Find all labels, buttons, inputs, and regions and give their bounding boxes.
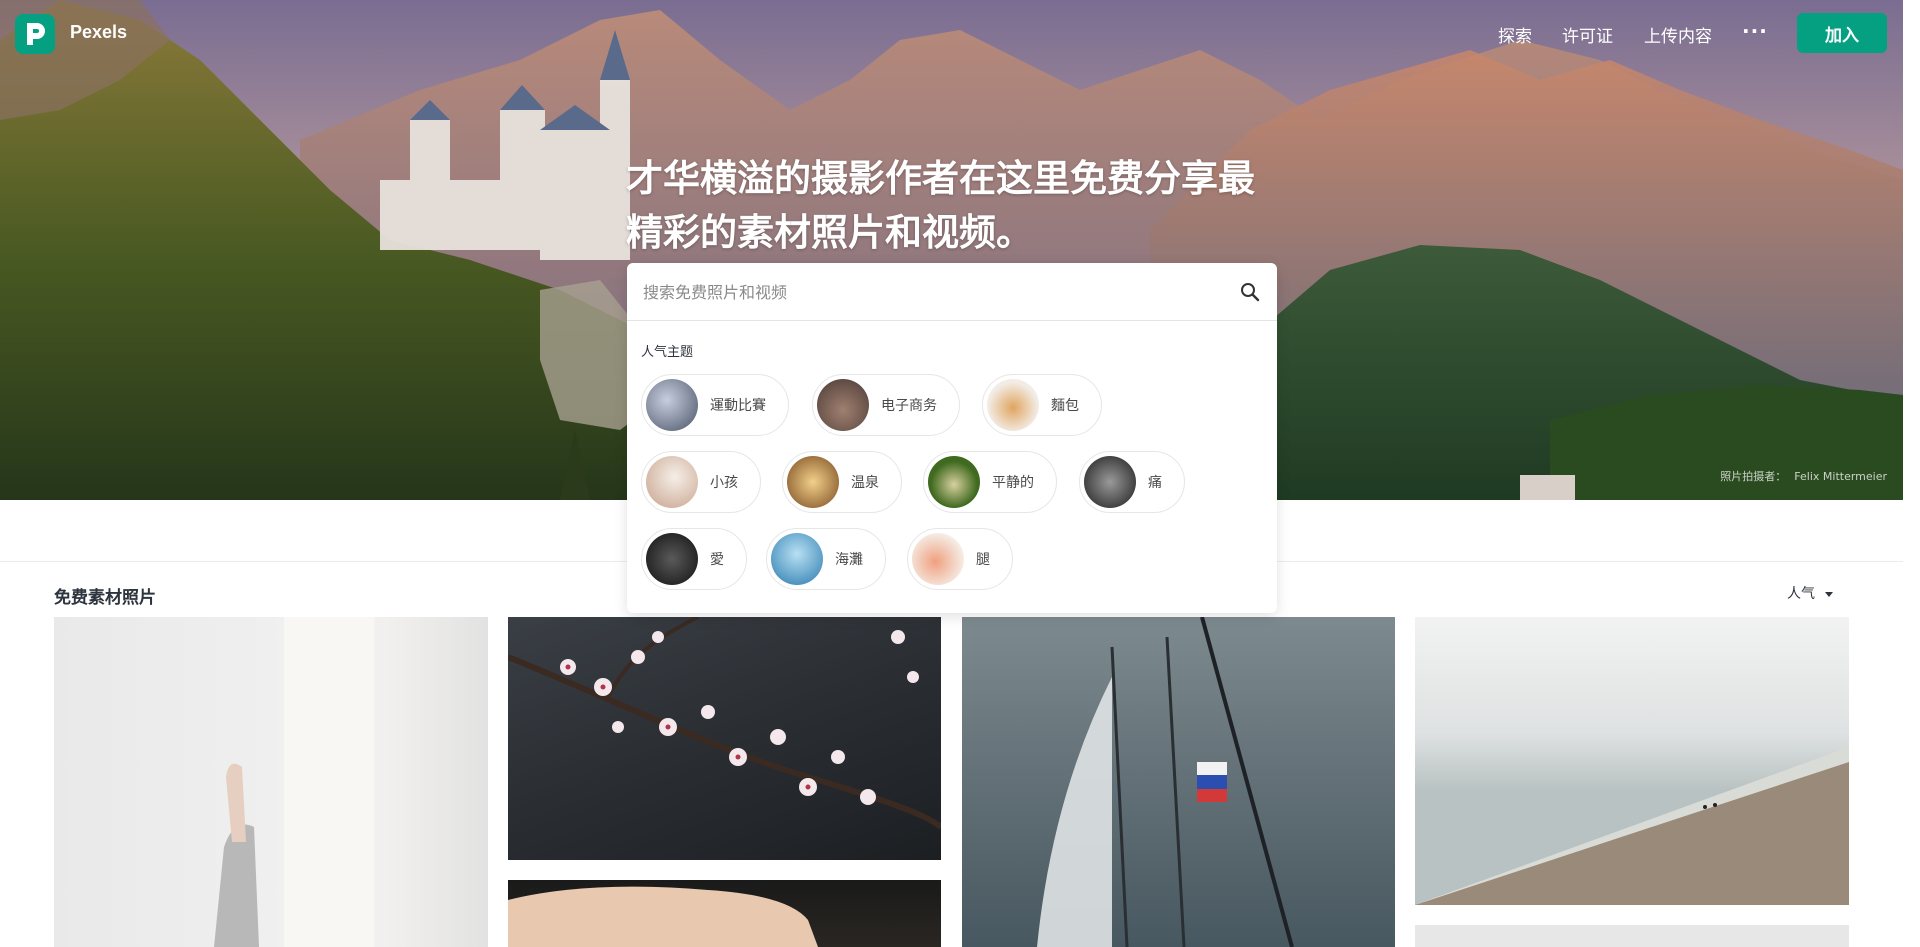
photo-credit: 照片拍摄者： Felix Mittermeier	[1712, 468, 1887, 484]
topic-label: 腿	[976, 552, 990, 568]
topic-label: 平静的	[992, 475, 1034, 491]
photo-cherry-blossom[interactable]	[508, 617, 941, 860]
topic-thumbnail	[646, 379, 698, 431]
topic-thumbnail	[817, 379, 869, 431]
search-input[interactable]	[643, 280, 1203, 304]
page: Pexels 探索 许可证 上传内容 ··· 加入 才华横溢的摄影作者在这里免费…	[0, 0, 1903, 947]
topic-label: 电子商务	[881, 398, 937, 414]
photo-woman-by-window[interactable]	[54, 617, 488, 947]
search-bar	[627, 263, 1277, 321]
topic-label: 温泉	[851, 475, 879, 491]
pexels-logo-icon[interactable]	[15, 14, 55, 54]
search-panel: 人气主题 運動比賽 电子商务 麵包 小孩 温泉 平静的 痛	[627, 263, 1277, 613]
join-button[interactable]: 加入	[1797, 13, 1887, 53]
section-title: 免费素材照片	[54, 588, 156, 608]
topic-chip[interactable]: 麵包	[982, 374, 1102, 436]
topic-chip[interactable]: 運動比賽	[641, 374, 789, 436]
topic-label: 痛	[1148, 475, 1162, 491]
topic-thumbnail	[787, 456, 839, 508]
topic-chip[interactable]: 愛	[641, 528, 747, 590]
search-icon[interactable]	[1239, 281, 1261, 303]
more-menu-icon[interactable]: ···	[1742, 19, 1768, 43]
topic-chip[interactable]: 温泉	[782, 451, 902, 513]
topic-thumbnail	[1084, 456, 1136, 508]
top-navigation: Pexels 探索 许可证 上传内容 ··· 加入	[0, 0, 1903, 66]
topic-chip[interactable]: 海灘	[766, 528, 886, 590]
photo-sailboat[interactable]	[962, 617, 1395, 947]
nav-explore[interactable]: 探索	[1498, 22, 1532, 47]
photo-credit-author[interactable]: Felix Mittermeier	[1794, 470, 1887, 483]
topic-thumbnail	[928, 456, 980, 508]
topic-label: 愛	[710, 552, 724, 568]
brand-name[interactable]: Pexels	[70, 22, 127, 43]
photo-hands[interactable]	[508, 880, 941, 947]
photo-partial[interactable]	[1415, 925, 1849, 947]
photo-beach-aerial[interactable]	[1415, 617, 1849, 905]
sort-dropdown[interactable]: 人气	[1787, 583, 1833, 603]
topic-thumbnail	[771, 533, 823, 585]
topic-thumbnail	[646, 533, 698, 585]
topic-label: 麵包	[1051, 398, 1079, 414]
topic-thumbnail	[646, 456, 698, 508]
topic-chip[interactable]: 腿	[907, 528, 1013, 590]
topic-chip[interactable]: 小孩	[641, 451, 761, 513]
photo-credit-label: 照片拍摄者：	[1720, 470, 1787, 483]
popular-topics-title: 人气主题	[641, 345, 694, 360]
chevron-down-icon	[1825, 591, 1833, 597]
nav-upload[interactable]: 上传内容	[1644, 22, 1712, 47]
topic-chip[interactable]: 平静的	[923, 451, 1057, 513]
topic-thumbnail	[987, 379, 1039, 431]
hero-headline: 才华横溢的摄影作者在这里免费分享最精彩的素材照片和视频。	[626, 157, 1255, 254]
sort-label: 人气	[1787, 586, 1815, 602]
nav-license[interactable]: 许可证	[1562, 22, 1613, 47]
topic-chip[interactable]: 电子商务	[812, 374, 960, 436]
topic-thumbnail	[912, 533, 964, 585]
topic-chip[interactable]: 痛	[1079, 451, 1185, 513]
topic-label: 運動比賽	[710, 398, 766, 414]
topic-label: 小孩	[710, 475, 738, 491]
topic-label: 海灘	[835, 552, 863, 568]
